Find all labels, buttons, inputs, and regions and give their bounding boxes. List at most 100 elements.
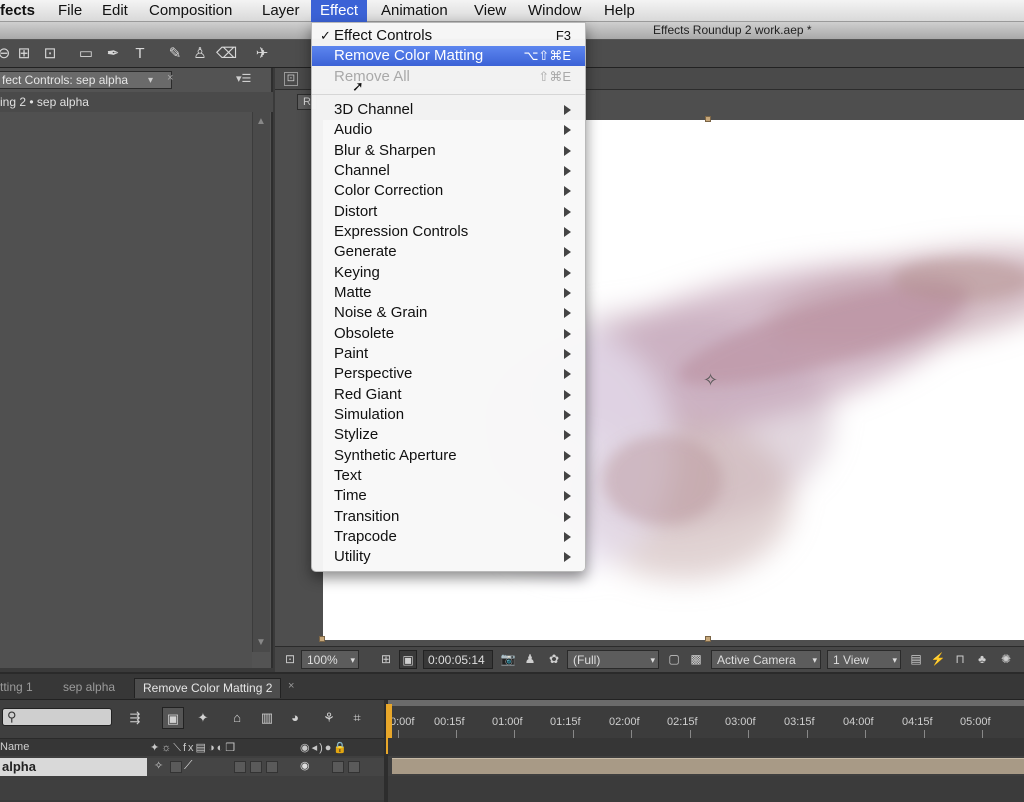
graph-editor-icon[interactable]: ⌗: [346, 707, 368, 729]
pan-behind-tool-icon[interactable]: ⊡: [40, 44, 60, 64]
tab-effect-controls[interactable]: fect Controls: sep alpha ▾: [0, 71, 172, 89]
shy-switch-icon[interactable]: ✧: [154, 759, 166, 772]
flowchart-icon[interactable]: ♣: [973, 650, 991, 669]
menu-item-category[interactable]: Trapcode: [312, 527, 585, 547]
lock-icon[interactable]: ⊡: [284, 72, 298, 86]
menu-item-category[interactable]: Utility: [312, 547, 585, 567]
close-icon[interactable]: ×: [288, 680, 294, 692]
scroll-down-icon[interactable]: ▼: [256, 637, 266, 648]
work-area-bar[interactable]: [388, 700, 1024, 706]
type-tool-icon[interactable]: T: [130, 44, 150, 64]
visibility-eye-icon[interactable]: ◉: [300, 759, 312, 772]
menu-item-category[interactable]: Audio: [312, 120, 585, 140]
menu-item-category[interactable]: Noise & Grain: [312, 303, 585, 323]
menu-item-category[interactable]: Text: [312, 466, 585, 486]
menu-item-category[interactable]: Stylize: [312, 425, 585, 445]
menu-item-category[interactable]: Blur & Sharpen: [312, 141, 585, 161]
menu-item-category[interactable]: Transition: [312, 507, 585, 527]
menu-item-category[interactable]: Expression Controls: [312, 222, 585, 242]
view-layout-dropdown[interactable]: 1 View ▾: [827, 650, 901, 669]
fast-previews-icon[interactable]: ⚡: [929, 650, 947, 669]
scroll-up-icon[interactable]: ▲: [256, 116, 266, 127]
menu-item-category[interactable]: Generate: [312, 242, 585, 262]
menu-file[interactable]: File: [58, 0, 82, 22]
menu-app[interactable]: fects: [0, 0, 35, 22]
timeline-tab[interactable]: tting 1: [0, 678, 33, 698]
layer-handle[interactable]: [319, 636, 325, 642]
layer-switch[interactable]: [250, 761, 262, 773]
toggle-mask-icon[interactable]: ▣: [399, 650, 417, 669]
layer-handle[interactable]: [705, 116, 711, 122]
layer-switch[interactable]: [266, 761, 278, 773]
menu-item-category[interactable]: Channel: [312, 161, 585, 181]
layer-switch[interactable]: [170, 761, 182, 773]
eraser-tool-icon[interactable]: ⌫: [216, 44, 237, 64]
brush-tool-icon[interactable]: ✎: [165, 44, 185, 64]
menu-item-category[interactable]: Time: [312, 486, 585, 506]
menu-animation[interactable]: Animation: [381, 0, 448, 22]
rectangle-tool-icon[interactable]: ▭: [76, 44, 96, 64]
current-time-display[interactable]: 0:00:05:14: [423, 650, 493, 669]
frame-blending-icon[interactable]: ▥: [256, 707, 278, 729]
menu-effect[interactable]: Effect: [311, 0, 368, 22]
camera-tool-icon[interactable]: ⊞: [14, 44, 34, 64]
menu-edit[interactable]: Edit: [102, 0, 128, 22]
menu-item-effect-controls[interactable]: ✓ Effect Controls F3: [312, 26, 585, 46]
quality-switch-icon[interactable]: ⟋: [184, 758, 196, 772]
camera-view-dropdown[interactable]: Active Camera ▾: [711, 650, 821, 669]
transparency-grid-icon[interactable]: ▩: [687, 650, 705, 669]
exposure-icon[interactable]: ✺: [997, 650, 1015, 669]
menu-item-category[interactable]: Distort: [312, 202, 585, 222]
timeline-tab[interactable]: sep alpha: [63, 678, 115, 698]
grid-guides-icon[interactable]: ⊞: [377, 650, 395, 669]
menu-item-category[interactable]: 3D Channel: [312, 100, 585, 120]
menu-item-category[interactable]: Matte: [312, 283, 585, 303]
layer-handle[interactable]: [705, 636, 711, 642]
menu-item-category[interactable]: Keying: [312, 263, 585, 283]
layer-duration-bar[interactable]: [392, 758, 1024, 774]
show-snapshot-icon[interactable]: ♟: [521, 650, 539, 669]
menu-window[interactable]: Window: [528, 0, 581, 22]
menu-help[interactable]: Help: [604, 0, 635, 22]
layer-row[interactable]: alpha ✧ ⟋ ◉: [0, 758, 384, 776]
tab-dropdown-icon[interactable]: ▾: [148, 72, 153, 89]
menu-item-category[interactable]: Paint: [312, 344, 585, 364]
layer-switch[interactable]: [348, 761, 360, 773]
layer-switch[interactable]: [234, 761, 246, 773]
panel-menu-icon[interactable]: ▾☰: [236, 72, 251, 85]
draft-3d-icon[interactable]: ✦: [192, 707, 214, 729]
menu-item-remove-color-matting[interactable]: Remove Color Matting ⌥⇧⌘E ➚: [312, 46, 585, 94]
menu-item-category[interactable]: Obsolete: [312, 324, 585, 344]
menu-composition[interactable]: Composition: [149, 0, 232, 22]
motion-blur-icon[interactable]: ◕: [284, 707, 306, 729]
pen-tool-icon[interactable]: ✒: [103, 44, 123, 64]
puppet-pin-tool-icon[interactable]: ✈: [252, 44, 272, 64]
live-update-icon[interactable]: ▣: [162, 707, 184, 729]
timeline-tab-active[interactable]: Remove Color Matting 2: [134, 678, 282, 698]
menu-item-category[interactable]: Simulation: [312, 405, 585, 425]
channel-rgb-icon[interactable]: ✿: [545, 650, 563, 669]
menu-view[interactable]: View: [474, 0, 506, 22]
magnification-dropdown[interactable]: 100% ▾: [301, 650, 359, 669]
region-of-interest-icon[interactable]: ▢: [665, 650, 683, 669]
vertical-scrollbar[interactable]: ▲ ▼: [252, 112, 270, 652]
resolution-dropdown[interactable]: (Full) ▾: [567, 650, 659, 669]
menu-item-category[interactable]: Color Correction: [312, 181, 585, 201]
column-header-name[interactable]: Name: [0, 741, 29, 753]
layer-switch[interactable]: [332, 761, 344, 773]
brainstorm-icon[interactable]: ⚘: [318, 707, 340, 729]
clone-stamp-tool-icon[interactable]: ♙: [190, 44, 210, 64]
close-icon[interactable]: ×: [167, 72, 173, 84]
layer-name[interactable]: alpha: [0, 758, 147, 776]
hand-tool-icon[interactable]: ⊖: [0, 44, 14, 64]
menu-item-category[interactable]: Synthetic Aperture: [312, 446, 585, 466]
toggle-pixel-aspect-icon[interactable]: ▤: [907, 650, 925, 669]
composition-mini-flowchart-icon[interactable]: ⇶: [124, 707, 146, 729]
timeline-icon[interactable]: ⊓: [951, 650, 969, 669]
snapshot-camera-icon[interactable]: 📷: [499, 650, 517, 669]
menu-item-category[interactable]: Perspective: [312, 364, 585, 384]
always-preview-icon[interactable]: ⊡: [281, 650, 299, 669]
menu-item-category[interactable]: Red Giant: [312, 385, 585, 405]
hide-shy-layers-icon[interactable]: ⌂: [226, 707, 248, 729]
menu-layer[interactable]: Layer: [262, 0, 300, 22]
